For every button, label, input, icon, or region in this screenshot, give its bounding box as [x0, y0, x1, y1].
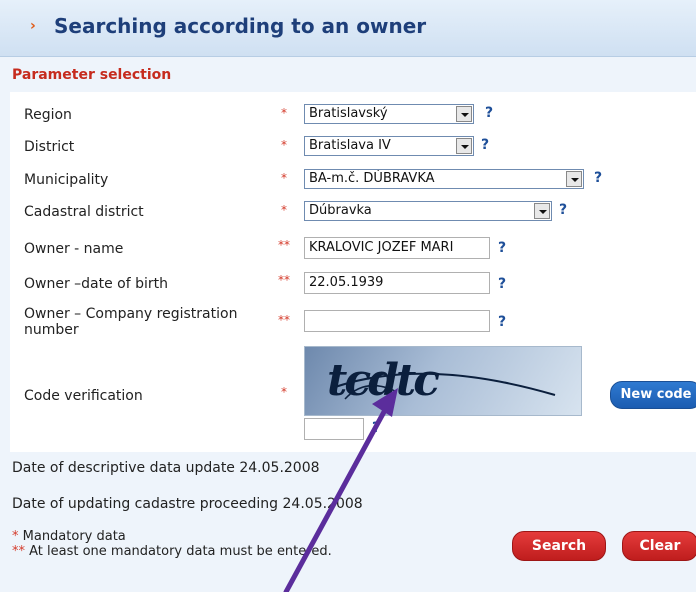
annotation-arrow-icon	[283, 388, 398, 592]
